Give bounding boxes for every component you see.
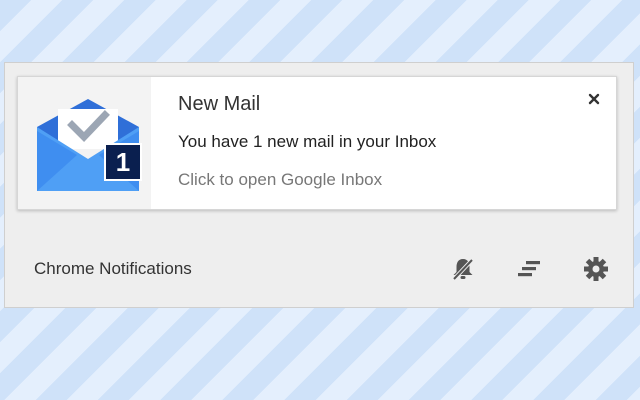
notification-center-panel: 1 New Mail You have 1 new mail in your I…	[4, 62, 634, 308]
close-icon	[588, 93, 600, 105]
close-notification-button[interactable]	[584, 89, 604, 109]
settings-gear-icon	[584, 257, 608, 281]
notification-settings-button[interactable]	[582, 255, 610, 283]
notification-icon-pane: 1	[18, 77, 151, 209]
notification-context-message[interactable]: Click to open Google Inbox	[178, 170, 382, 190]
clear-all-icon	[518, 261, 540, 277]
clear-all-button[interactable]	[515, 255, 543, 283]
notification-card[interactable]: 1 New Mail You have 1 new mail in your I…	[17, 76, 617, 210]
notification-title: New Mail	[178, 93, 261, 115]
do-not-disturb-button[interactable]	[449, 255, 477, 283]
footer-title: Chrome Notifications	[34, 259, 192, 278]
notification-message: You have 1 new mail in your Inbox	[178, 132, 437, 151]
unread-count-badge: 1	[104, 143, 142, 181]
do-not-disturb-icon	[452, 258, 474, 281]
